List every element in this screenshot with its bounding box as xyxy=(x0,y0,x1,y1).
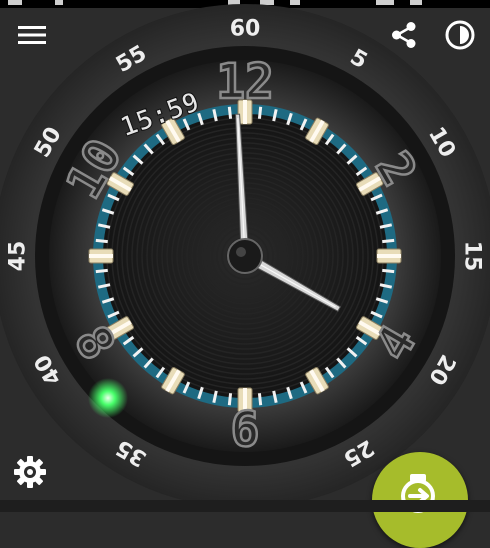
hour-numeral: 12 xyxy=(216,54,274,110)
theme-contrast-icon xyxy=(445,20,475,50)
center-cap xyxy=(227,238,263,274)
watch-sync-icon xyxy=(401,474,435,513)
minute-scale-label: 15 xyxy=(460,241,485,272)
watch-face-svg: 605101520253540455055 12246810 15:59 xyxy=(0,4,490,508)
minute-tick xyxy=(95,268,108,274)
hamburger-menu-icon xyxy=(18,26,46,44)
minute-tick xyxy=(382,268,395,274)
minute-scale-label: 60 xyxy=(230,17,261,42)
menu-button[interactable] xyxy=(12,15,52,55)
settings-button[interactable] xyxy=(10,452,50,492)
share-icon xyxy=(392,22,416,48)
minute-tick xyxy=(382,238,395,244)
bottom-edge xyxy=(0,500,490,512)
minute-scale-label: 45 xyxy=(6,241,31,272)
status-indicator-glow xyxy=(88,378,128,418)
minute-tick xyxy=(95,238,108,244)
share-button[interactable] xyxy=(384,15,424,55)
theme-toggle-button[interactable] xyxy=(440,15,480,55)
hour-index-marker xyxy=(376,248,402,264)
minute-tick xyxy=(257,393,263,406)
watch-face-preview: 60 5 10 15 20 25 35 40 45 50 55 12 2 4 6 8 10 15:59 xyxy=(0,0,490,512)
hour-numeral: 6 xyxy=(231,402,260,458)
gear-icon xyxy=(14,456,46,488)
hour-index-marker xyxy=(88,248,114,264)
